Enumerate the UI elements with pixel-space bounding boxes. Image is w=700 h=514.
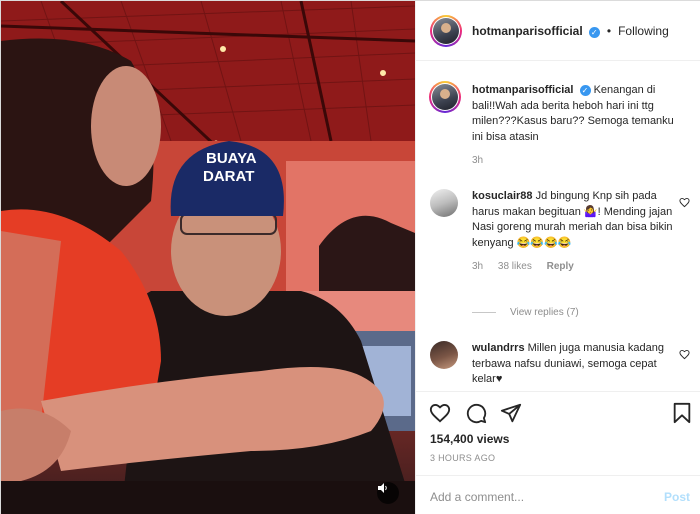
comment-body: kosuclair88 Jd bingung Knp sih pada haru… (472, 189, 677, 275)
following-button[interactable]: Following (618, 24, 669, 38)
author-username[interactable]: hotmanparisofficial (472, 24, 583, 38)
bookmark-icon[interactable] (671, 402, 693, 424)
post-timestamp[interactable]: 3 HOURS AGO (430, 453, 495, 463)
replies-divider (472, 311, 496, 313)
commenter-avatar[interactable] (430, 341, 458, 369)
caption-meta: 3h (472, 153, 677, 169)
view-replies-label: View replies (7) (510, 307, 579, 318)
volume-toggle-button[interactable] (377, 482, 399, 504)
comment-reply-button[interactable]: Reply (547, 261, 574, 272)
comment-username[interactable]: wulandrrs (472, 342, 525, 354)
author-avatar[interactable] (430, 15, 462, 47)
comment-time: 3h (472, 261, 484, 272)
commenter-avatar[interactable] (430, 189, 458, 217)
view-replies-button[interactable]: View replies (7) (472, 307, 579, 318)
post-header: hotmanparisofficial ✓ • Following (416, 1, 700, 61)
heart-icon[interactable] (679, 197, 690, 208)
heart-icon[interactable] (429, 402, 451, 424)
post-sidebar: hotmanparisofficial ✓ • Following hotman… (415, 1, 700, 514)
share-icon[interactable] (500, 402, 522, 424)
comment-likes[interactable]: 38 likes (498, 261, 532, 272)
post-video[interactable]: BUAYA DARAT (1, 1, 415, 514)
comment-username[interactable]: kosuclair88 (472, 190, 533, 202)
comment-meta: 3h 38 likes Reply (472, 259, 677, 275)
view-count[interactable]: 154,400 views (430, 432, 509, 446)
separator-dot: • (606, 24, 612, 38)
volume-icon (378, 483, 387, 493)
comments-list[interactable]: hotmanparisofficial ✓ Kenangan di bali!!… (416, 61, 700, 391)
comment-body: wulandrrs Millen juga manusia kadang ter… (472, 341, 677, 388)
caption-time: 3h (472, 155, 484, 166)
woman-face (91, 66, 161, 186)
caption-body: hotmanparisofficial ✓ Kenangan di bali!!… (472, 83, 677, 169)
comment-input[interactable]: Add a comment... (430, 490, 524, 504)
cap-text-line2: DARAT (203, 168, 254, 185)
verified-badge-icon: ✓ (588, 26, 600, 38)
instagram-post-window: BUAYA DARAT hotmanparisofficial ✓ • Foll… (0, 0, 700, 514)
post-comment-button[interactable]: Post (664, 490, 690, 504)
verified-badge-icon: ✓ (579, 84, 591, 96)
video-frame: BUAYA DARAT (1, 1, 415, 514)
header-text: hotmanparisofficial ✓ • Following (472, 24, 669, 38)
comment-icon[interactable] (465, 402, 487, 424)
add-comment-bar: Add a comment... Post (416, 475, 700, 514)
cap-text-line1: BUAYA (206, 150, 257, 167)
heart-icon[interactable] (679, 349, 690, 360)
floor-shadow (1, 481, 415, 514)
post-actions: 154,400 views 3 HOURS AGO (416, 391, 700, 473)
caption-avatar[interactable] (429, 81, 461, 113)
caption-username[interactable]: hotmanparisofficial (472, 84, 573, 96)
